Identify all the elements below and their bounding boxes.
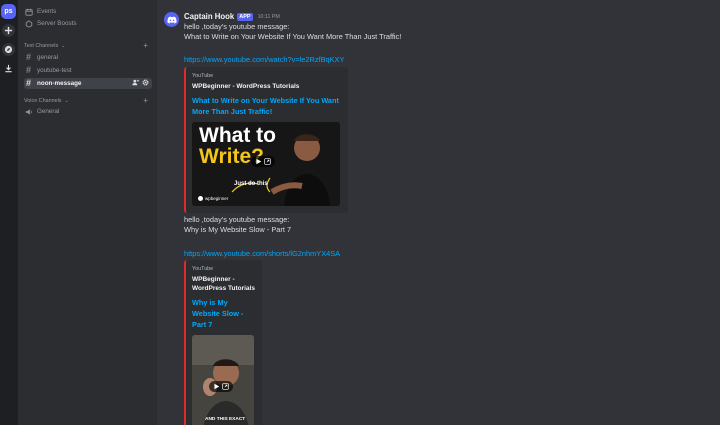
message-text: hello ,today's youtube message: [184, 22, 290, 31]
embed-author[interactable]: WordPress Tutorials [192, 284, 255, 293]
hash-icon: # [25, 52, 31, 62]
channel-label: general [37, 54, 59, 61]
voice-channels-label: Voice Channels [24, 97, 62, 104]
add-server-icon[interactable] [2, 24, 15, 37]
brand-logo-icon [198, 196, 203, 201]
youtube-embed: YouTube WPBeginner - WordPress Tutorials… [184, 260, 262, 425]
add-channel-icon[interactable]: + [143, 41, 148, 50]
events-item[interactable]: Events [24, 6, 152, 17]
calendar-icon [24, 7, 33, 16]
text-channels-label: Text Channels [24, 42, 59, 49]
embed-provider[interactable]: YouTube [192, 73, 213, 79]
server-icon[interactable]: ps [1, 4, 16, 19]
speaker-icon [24, 107, 33, 116]
server-rail: ps [0, 0, 18, 425]
embed-title[interactable]: Part 7 [192, 319, 212, 330]
events-label: Events [37, 8, 57, 15]
server-boosts-item[interactable]: Server Boosts [24, 18, 152, 29]
discord-logo-icon [166, 16, 177, 23]
channel-sidebar: Events Server Boosts Text Channels ⌄ + #… [18, 0, 157, 425]
embed-title[interactable]: What to Write on Your Website If You Wan… [192, 95, 339, 106]
channel-noon-message[interactable]: # noon-message [24, 78, 152, 89]
channel-general[interactable]: # general [24, 52, 152, 63]
embed-title[interactable]: Why is My [192, 297, 228, 308]
video-thumbnail[interactable]: AND THIS EXACT [192, 335, 254, 425]
channel-youtube-test[interactable]: # youtube-test [24, 65, 152, 76]
youtube-link[interactable]: https://www.youtube.com/shorts/lG2nhmYX4… [184, 249, 340, 258]
play-controls[interactable] [209, 381, 233, 392]
boost-icon [24, 19, 33, 28]
thumbnail-caption: AND THIS EXACT [205, 417, 246, 422]
gear-icon[interactable] [142, 79, 149, 88]
bot-avatar[interactable] [164, 12, 179, 27]
thumbnail-brand: wpbeginner [198, 196, 228, 201]
play-controls[interactable] [251, 156, 275, 167]
download-apps-icon[interactable] [2, 62, 15, 75]
message-text: Why is My Website Slow - Part 7 [184, 225, 292, 234]
channel-label: General [37, 108, 60, 115]
video-thumbnail[interactable]: What to Write? Just do this wpbeginner [192, 122, 340, 206]
message-text: hello ,today's youtube message: [184, 215, 290, 224]
text-channels-category[interactable]: Text Channels ⌄ + [24, 41, 152, 50]
hash-icon: # [25, 65, 31, 75]
add-member-icon[interactable] [132, 79, 139, 88]
youtube-link[interactable]: https://www.youtube.com/watch?v=le2RzfBq… [184, 55, 344, 64]
add-channel-icon[interactable]: + [143, 96, 148, 105]
open-external-icon[interactable] [264, 158, 271, 165]
thumbnail-caption: Just do this [234, 181, 268, 187]
embed-author[interactable]: WPBeginner - [192, 275, 235, 284]
explore-compass-icon[interactable] [2, 43, 15, 56]
open-external-icon[interactable] [222, 383, 229, 390]
channel-label: youtube-test [37, 67, 72, 74]
brand-text: wpbeginner [205, 196, 229, 201]
play-icon[interactable] [213, 383, 220, 390]
play-icon[interactable] [255, 158, 262, 165]
youtube-embed: YouTube WPBeginner - WordPress Tutorials… [184, 67, 348, 213]
message-header: Captain Hook APP 10:11 PM [184, 12, 280, 21]
message-text: What to Write on Your Website If You Wan… [184, 32, 402, 41]
author-name[interactable]: Captain Hook [184, 12, 234, 21]
embed-author[interactable]: WPBeginner - WordPress Tutorials [192, 82, 299, 91]
voice-channels-category[interactable]: Voice Channels ⌄ + [24, 96, 152, 105]
server-boosts-label: Server Boosts [37, 20, 77, 27]
app-badge: APP [237, 12, 253, 21]
message-area: Captain Hook APP 10:11 PM hello ,today's… [157, 0, 720, 425]
thumbnail-title-line1: What to [199, 124, 276, 147]
chevron-down-icon: ⌄ [64, 97, 69, 104]
voice-channel-general[interactable]: General [24, 106, 152, 117]
embed-title[interactable]: More Than Just Traffic! [192, 106, 272, 117]
channel-label: noon-message [37, 80, 82, 87]
timestamp: 10:11 PM [257, 13, 280, 20]
embed-title[interactable]: Website Slow - [192, 308, 243, 319]
hash-icon: # [25, 78, 31, 88]
chevron-down-icon: ⌄ [61, 42, 66, 49]
thumbnail-art [192, 335, 254, 425]
embed-provider[interactable]: YouTube [192, 266, 213, 272]
